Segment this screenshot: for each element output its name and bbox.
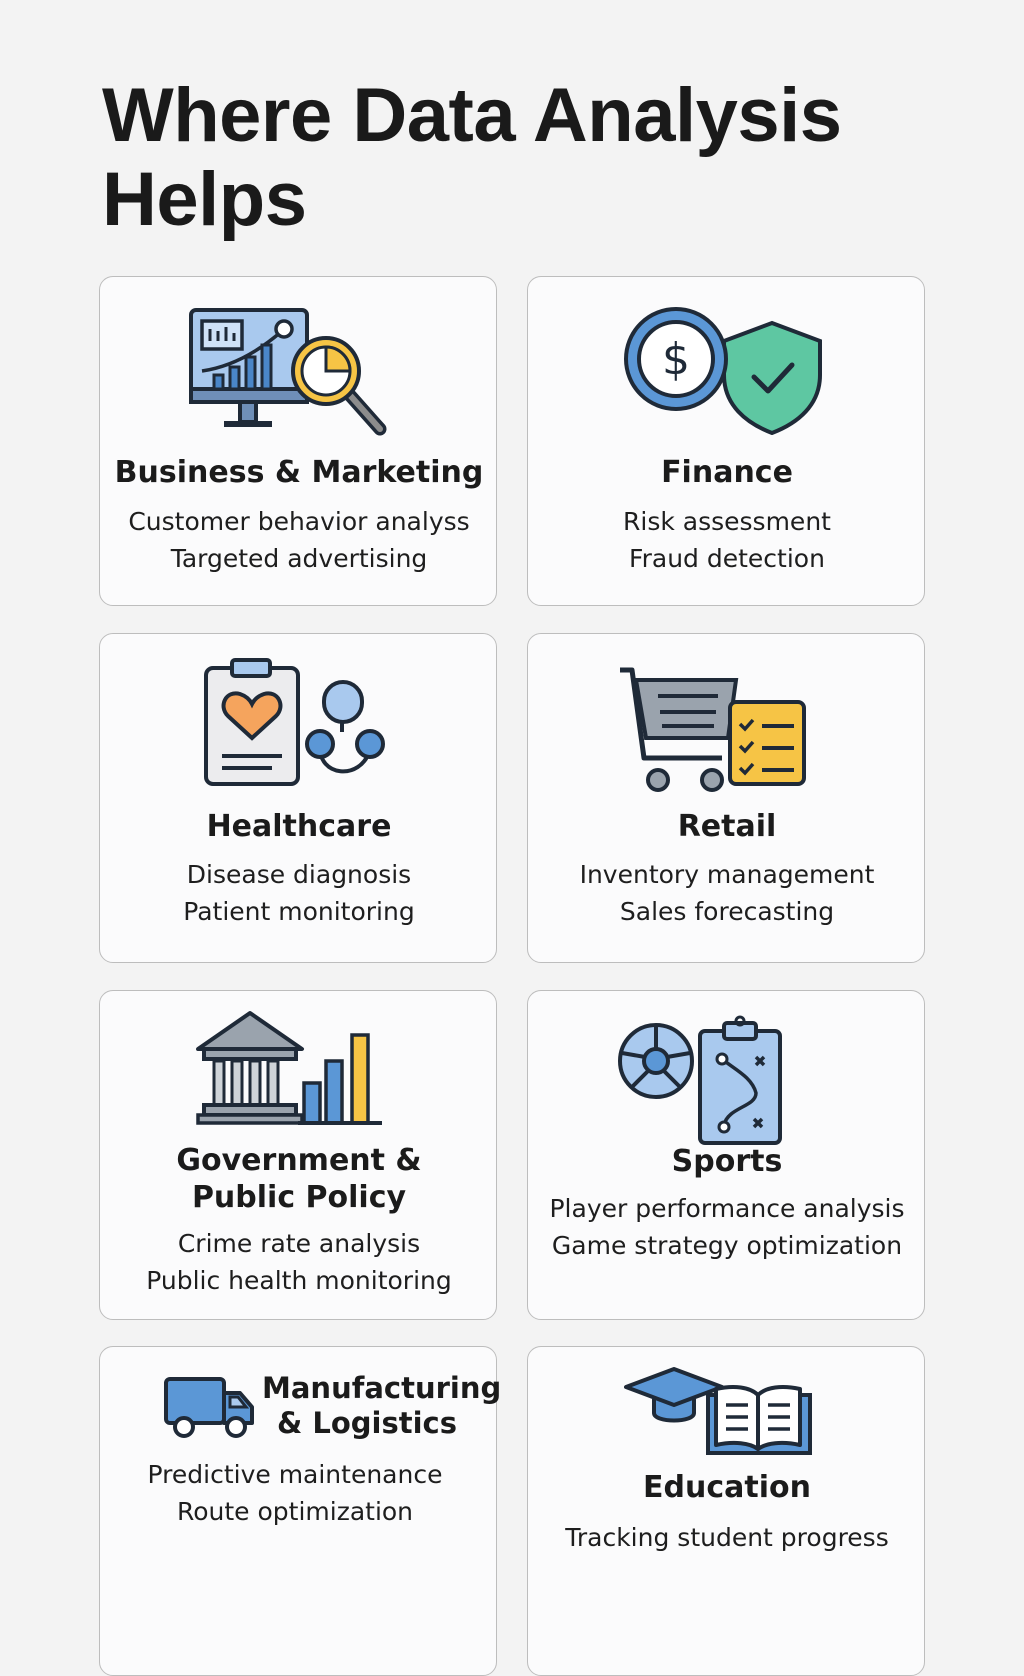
card-items: Inventory management Sales forecasting	[528, 856, 926, 930]
svg-text:$: $	[662, 334, 690, 385]
card-item: Targeted advertising	[170, 544, 428, 573]
card-items: Tracking student progress	[528, 1519, 926, 1556]
card-item: Sales forecasting	[619, 897, 835, 926]
card-title-line-2: & Logistics	[276, 1406, 457, 1440]
card-item: Predictive maintenance	[147, 1460, 443, 1489]
card-title-line-1: Government &	[176, 1143, 422, 1178]
dollar-coin-shield-check-icon: $	[528, 277, 926, 447]
card-title: Healthcare	[206, 809, 392, 844]
clipboard-heart-stethoscope-icon	[100, 634, 498, 804]
card-item: Inventory management	[579, 860, 875, 889]
card-item: Game strategy optimization	[551, 1231, 903, 1260]
page-title-line-2: Helps	[102, 157, 307, 242]
card-title: Education	[643, 1470, 811, 1505]
card-title-line-1: Manufacturing	[262, 1371, 502, 1405]
card-items: Disease diagnosis Patient monitoring	[100, 856, 498, 930]
card-title-line-2: Public Policy	[191, 1180, 407, 1215]
shopping-cart-checklist-icon	[528, 634, 926, 804]
card-healthcare: Healthcare Disease diagnosis Patient mon…	[99, 633, 497, 963]
monitor-analytics-magnifier-icon	[100, 277, 498, 447]
card-items: Crime rate analysis Public health monito…	[100, 1225, 498, 1299]
card-title: Sports	[671, 1144, 783, 1179]
card-title: Retail	[677, 809, 777, 844]
card-items: Predictive maintenance Route optimizatio…	[96, 1456, 494, 1530]
card-item: Crime rate analysis	[177, 1229, 421, 1258]
card-item: Route optimization	[176, 1497, 414, 1526]
card-items: Customer behavior analyss Targeted adver…	[100, 503, 498, 577]
ball-strategy-clipboard-icon	[528, 991, 926, 1161]
card-item: Tracking student progress	[565, 1523, 889, 1552]
card-government-public-policy: Government & Public Policy Crime rate an…	[99, 990, 497, 1320]
page-title-line-1: Where Data Analysis	[102, 73, 842, 158]
card-item: Customer behavior analyss	[128, 507, 470, 536]
card-item: Risk assessment	[623, 507, 831, 536]
card-item: Public health monitoring	[146, 1266, 452, 1295]
card-finance: $ Finance Risk assessment Fraud detectio…	[527, 276, 925, 606]
card-items: Player performance analysis Game strateg…	[528, 1190, 926, 1264]
card-sports: Sports Player performance analysis Game …	[527, 990, 925, 1320]
card-item: Disease diagnosis	[186, 860, 412, 889]
card-title: Manufacturing & Logistics	[262, 1371, 501, 1441]
card-business-marketing: Business & Marketing Customer behavior a…	[99, 276, 497, 606]
card-retail: Retail Inventory management Sales foreca…	[527, 633, 925, 963]
card-manufacturing-logistics: Manufacturing & Logistics Predictive mai…	[96, 1346, 501, 1676]
card-title: Finance	[661, 455, 793, 490]
card-education: Education Tracking student progress	[527, 1346, 925, 1676]
card-item: Player performance analysis	[549, 1194, 905, 1223]
card-title: Government & Public Policy	[100, 1142, 498, 1216]
card-items: Risk assessment Fraud detection	[528, 503, 926, 577]
page-title: Where Data Analysis Helps	[102, 74, 962, 242]
government-building-bar-chart-icon	[100, 991, 498, 1161]
card-item: Patient monitoring	[183, 897, 415, 926]
card-title: Business & Marketing	[114, 455, 484, 490]
card-item: Fraud detection	[629, 544, 825, 573]
